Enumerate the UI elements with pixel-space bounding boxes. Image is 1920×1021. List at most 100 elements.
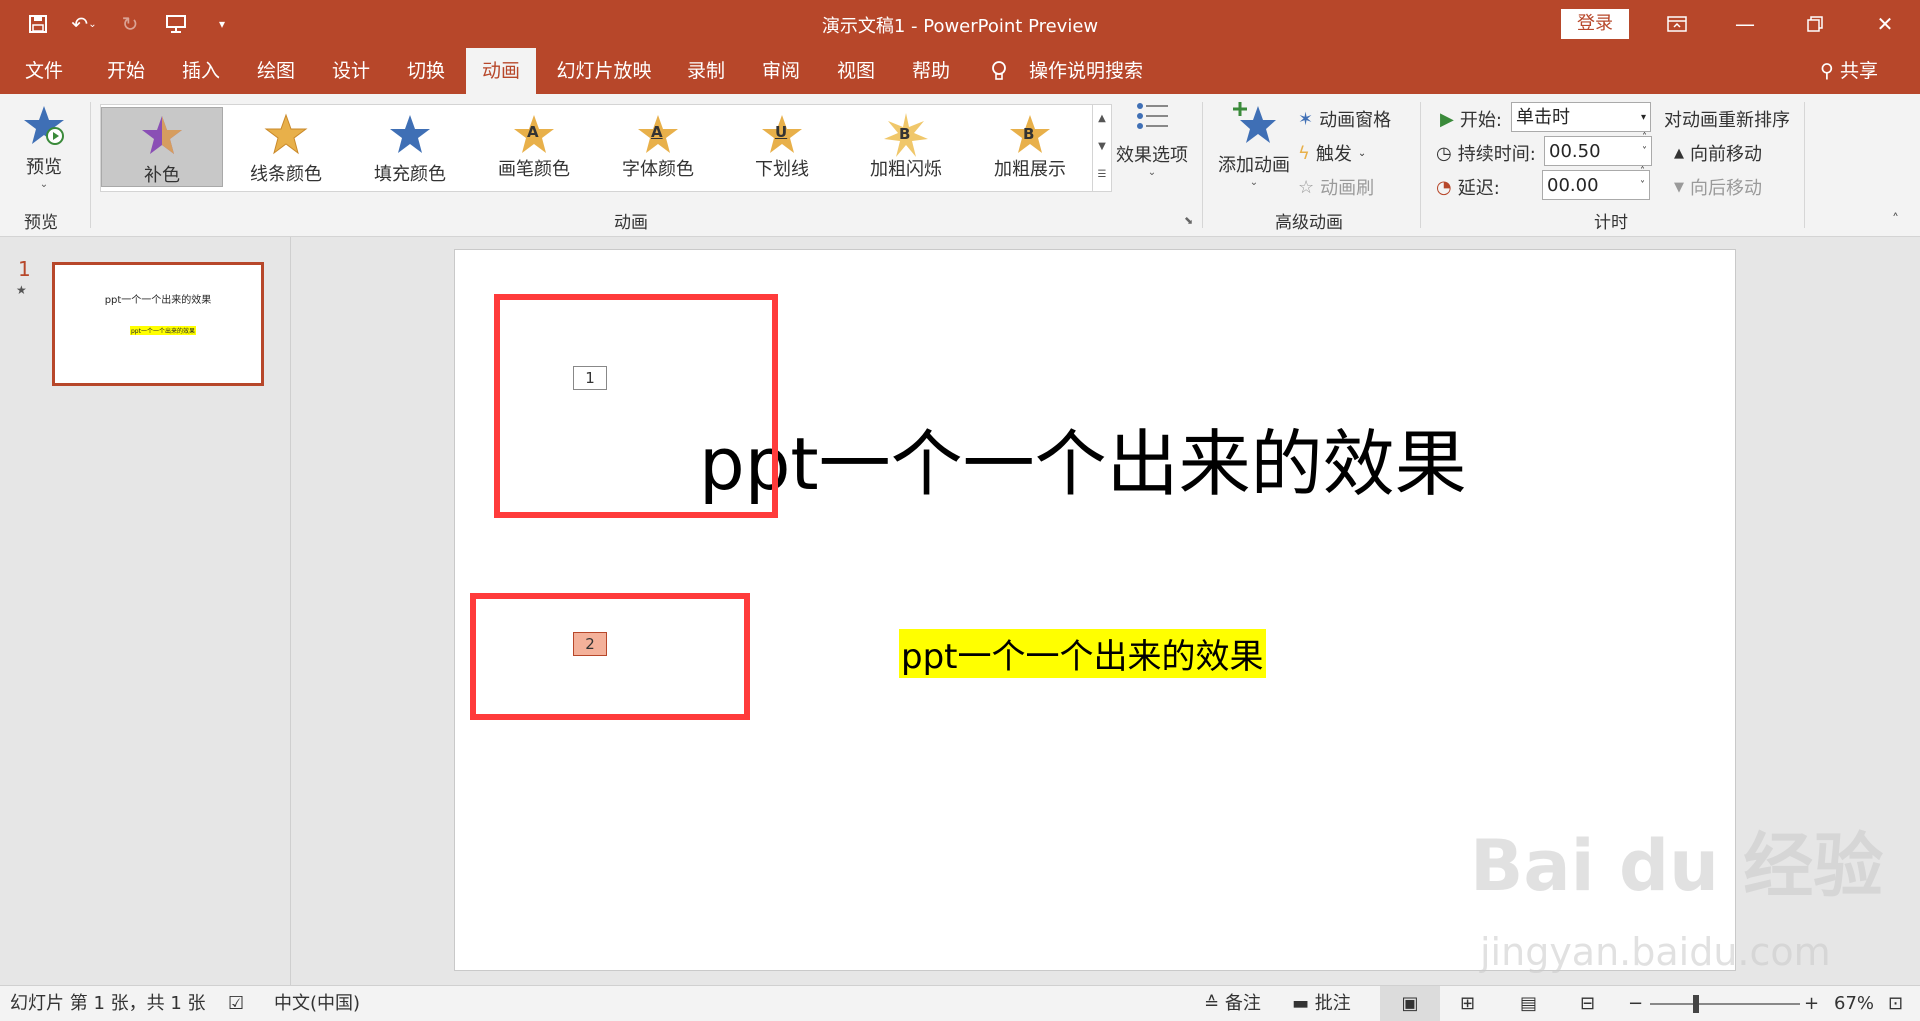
preview-star-icon [24, 106, 64, 145]
tab-help[interactable]: 帮助 [901, 48, 961, 94]
tab-design[interactable]: 设计 [321, 48, 381, 94]
stepper-arrows-icon[interactable]: ˄ ˅ [1642, 131, 1647, 159]
duration-row: ◷ 持续时间: [1436, 140, 1536, 166]
animation-label: 下划线 [755, 159, 809, 180]
animation-underline[interactable]: U 下划线 [721, 107, 843, 187]
start-value: 单击时 [1516, 107, 1570, 128]
zoom-level[interactable]: 67% [1834, 986, 1874, 1021]
slide-sorter-icon[interactable]: ⊞ [1460, 986, 1475, 1021]
play-icon: ▶ [1440, 108, 1454, 130]
notes-button[interactable]: ≙ 备注 [1204, 986, 1261, 1021]
login-button[interactable]: 登录 [1561, 9, 1629, 39]
start-dropdown[interactable]: 单击时 ▾ [1511, 102, 1651, 132]
tell-me-search[interactable]: 操作说明搜索 [1026, 48, 1146, 94]
scroll-down-icon[interactable]: ▼ [1093, 133, 1111, 161]
animation-font-color[interactable]: A 字体颜色 [597, 107, 719, 187]
accessibility-icon[interactable]: ☑ [228, 986, 244, 1021]
letter-a-glyph: A [527, 123, 539, 141]
tab-file[interactable]: 文件 [14, 48, 74, 94]
fit-to-window-icon[interactable]: ⊡ [1888, 986, 1903, 1021]
animation-painter-label: 动画刷 [1320, 178, 1375, 199]
animation-complementary-color[interactable]: 补色 [101, 107, 223, 187]
stepper-arrows-icon[interactable]: ˄ ˅ [1640, 165, 1645, 193]
painter-star-icon: ☆ [1298, 176, 1315, 198]
reading-view-icon[interactable]: ▤ [1520, 986, 1537, 1021]
move-earlier-label: 向前移动 [1690, 144, 1762, 165]
tab-record[interactable]: 录制 [676, 48, 736, 94]
restore-icon[interactable] [1790, 8, 1840, 40]
status-bar: 幻灯片 第 1 张，共 1 张 ☑ 中文(中国) ≙ 备注 ▬ 批注 ▣ ⊞ ▤… [0, 985, 1920, 1021]
ribbon-display-icon[interactable] [1652, 8, 1702, 40]
scroll-up-icon[interactable]: ▲ [1093, 105, 1111, 133]
tab-home[interactable]: 开始 [96, 48, 156, 94]
slideshow-view-icon[interactable]: ⊟ [1580, 986, 1595, 1021]
share-button[interactable]: ⚲ 共享 [1820, 48, 1878, 94]
add-animation-label: 添加动画 [1218, 155, 1290, 176]
animation-bold-flash[interactable]: B 加粗闪烁 [845, 107, 967, 187]
zoom-out-icon[interactable]: − [1628, 986, 1643, 1021]
tab-insert[interactable]: 插入 [171, 48, 231, 94]
preview-button[interactable]: 预览 ⌄ [18, 104, 70, 190]
close-icon[interactable]: ✕ [1860, 8, 1910, 40]
gallery-scroll[interactable]: ▲ ▼ ☰ [1092, 104, 1112, 192]
start-label: 开始: [1459, 110, 1502, 131]
notes-label: 备注 [1224, 993, 1261, 1014]
comments-button[interactable]: ▬ 批注 [1292, 986, 1351, 1021]
language-indicator[interactable]: 中文(中国) [274, 986, 360, 1021]
divider [1202, 102, 1203, 228]
animation-line-color[interactable]: 线条颜色 [225, 107, 347, 187]
duration-stepper[interactable]: 00.50 ˄ ˅ [1544, 132, 1652, 166]
highlight-box-2 [470, 593, 750, 720]
animation-label: 填充颜色 [374, 164, 446, 185]
highlight-box-1 [494, 294, 778, 518]
animation-gallery: 补色 线条颜色 填充颜色 A 画笔颜色 A 字体颜色 U 下划线 B 加粗闪烁 … [100, 104, 1094, 192]
zoom-slider[interactable] [1650, 1003, 1800, 1005]
zoom-slider-thumb[interactable] [1693, 995, 1699, 1013]
delay-clock-icon: ◔ [1436, 176, 1452, 198]
tab-transitions[interactable]: 切换 [396, 48, 456, 94]
move-earlier-button[interactable]: ▲ 向前移动 [1674, 140, 1762, 166]
move-later-button[interactable]: ▼ 向后移动 [1674, 174, 1762, 200]
effect-options-button[interactable]: 效果选项 ⌄ [1112, 98, 1192, 178]
delay-stepper[interactable]: 00.00 ˄ ˅ [1542, 166, 1650, 200]
star-purple-icon [142, 116, 182, 154]
tab-slideshow[interactable]: 幻灯片放映 [552, 48, 656, 94]
preview-label: 预览 [26, 157, 62, 178]
tab-animations[interactable]: 动画 [466, 48, 536, 94]
slide-subtitle-text[interactable]: ppt一个一个出来的效果 [899, 629, 1266, 678]
normal-view-icon[interactable]: ▣ [1380, 986, 1440, 1021]
dialog-launcher-icon[interactable]: ⬊ [1184, 214, 1193, 227]
star-blue-icon [390, 115, 430, 153]
tab-review[interactable]: 审阅 [751, 48, 811, 94]
slide-thumbnail[interactable]: ppt一个一个出来的效果 ppt一个一个出来的效果 [52, 262, 264, 386]
duration-value: 00.50 [1549, 141, 1601, 162]
slide-title-text[interactable]: ppt一个一个出来的效果 [699, 405, 1467, 510]
group-label-advanced: 高级动画 [1275, 213, 1343, 233]
minimize-icon[interactable]: — [1720, 8, 1770, 40]
star-gold-icon [264, 113, 308, 155]
animation-label: 加粗展示 [994, 159, 1066, 180]
slide-thumbnails-pane: 1 ★ ppt一个一个出来的效果 ppt一个一个出来的效果 [0, 237, 291, 985]
tab-view[interactable]: 视图 [826, 48, 886, 94]
gallery-more-icon[interactable]: ☰ [1093, 161, 1111, 189]
add-animation-button[interactable]: 添加动画 ⌄ [1214, 100, 1294, 188]
animation-painter-button[interactable]: ☆ 动画刷 [1298, 174, 1374, 200]
collapse-ribbon-icon[interactable]: ˄ [1892, 212, 1899, 228]
divider [1804, 102, 1805, 228]
animation-pane-button[interactable]: ✶ 动画窗格 [1298, 106, 1391, 132]
lightbulb-icon[interactable] [988, 60, 1010, 82]
window-title: 演示文稿1 - PowerPoint Preview [821, 16, 1099, 37]
zoom-in-icon[interactable]: + [1804, 986, 1819, 1021]
animation-brush-color[interactable]: A 画笔颜色 [473, 107, 595, 187]
triangle-down-icon: ▼ [1674, 179, 1684, 195]
person-icon: ⚲ [1820, 60, 1834, 82]
group-label-animation: 动画 [614, 213, 648, 233]
share-label: 共享 [1839, 60, 1878, 82]
animation-bold-reveal[interactable]: B 加粗展示 [969, 107, 1091, 187]
trigger-button[interactable]: ϟ 触发 ⌄ [1298, 140, 1366, 166]
delay-value: 00.00 [1547, 175, 1599, 196]
animation-fill-color[interactable]: 填充颜色 [349, 107, 471, 187]
group-label-timing: 计时 [1594, 213, 1628, 233]
tab-draw[interactable]: 绘图 [246, 48, 306, 94]
trigger-label: 触发 [1315, 144, 1352, 165]
